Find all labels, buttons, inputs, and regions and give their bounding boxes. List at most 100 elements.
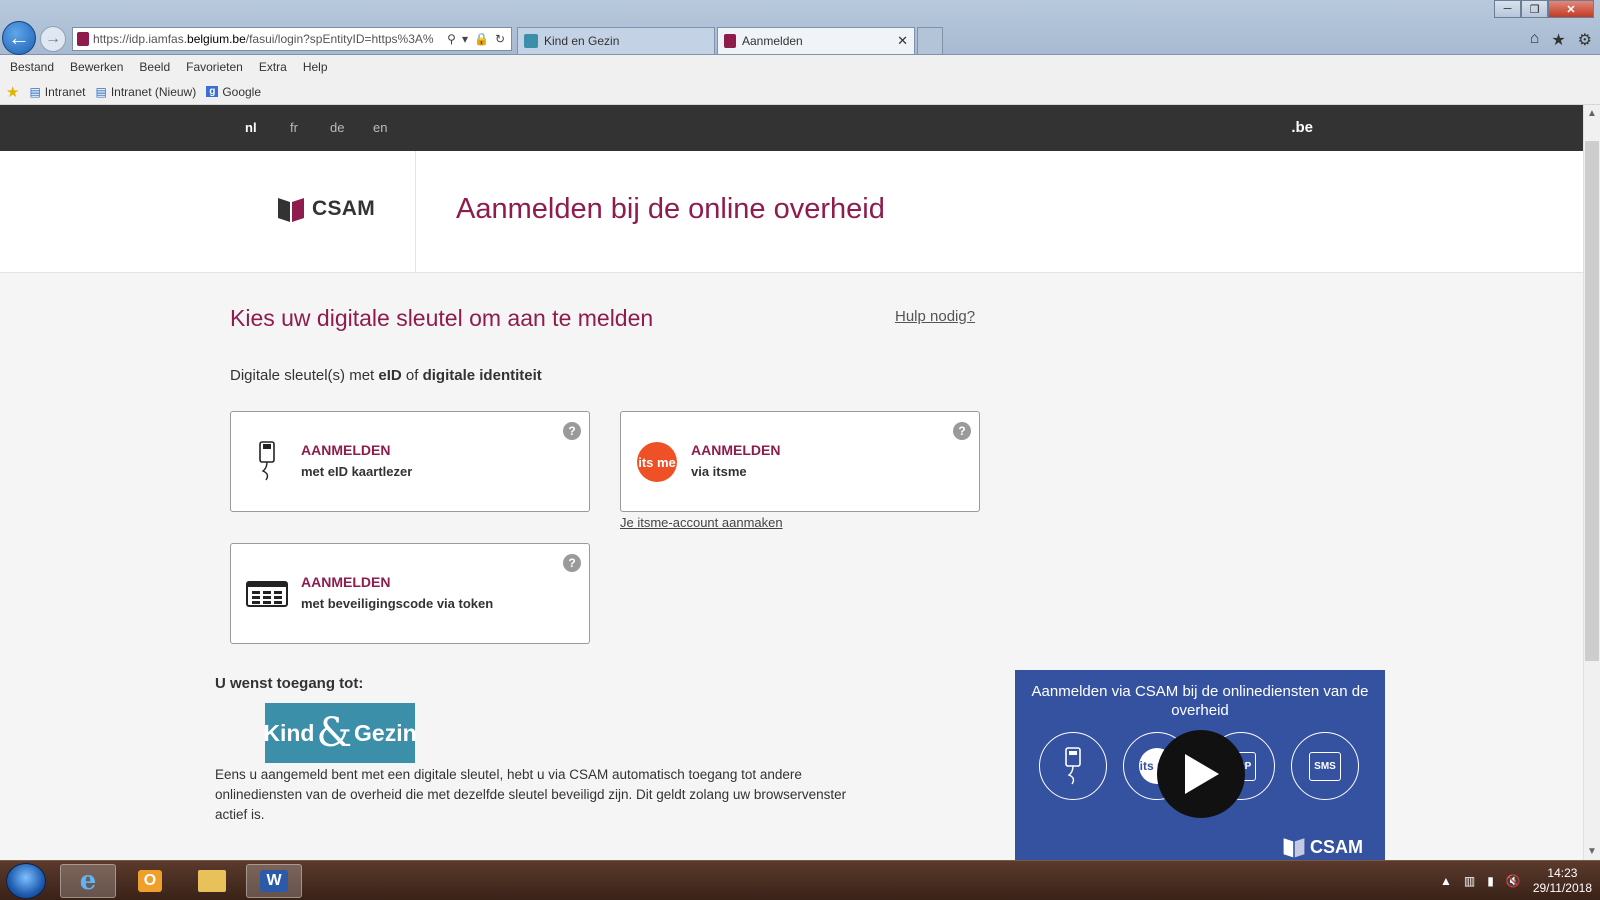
browser-titlebar: ← → https://idp.iamfas.belgium.be/fasui/… — [0, 0, 1600, 55]
taskbar-outlook[interactable]: O — [122, 864, 178, 898]
card-title: AANMELDEN — [691, 442, 781, 458]
add-favorite-star-icon[interactable]: ★ — [6, 83, 19, 101]
favorites-bar: ★ ▤ Intranet ▤ Intranet (Nieuw) g Google — [0, 79, 1600, 105]
system-tray: ▲ ▥ ▮ 🔇 14:23 29/11/2018 — [1440, 861, 1592, 900]
scroll-thumb[interactable] — [1585, 141, 1599, 661]
card-subtitle: met beveiligingscode via token — [301, 596, 494, 611]
belgium-be-logo[interactable]: .be — [1291, 119, 1313, 136]
ie-page-icon: ▤ — [29, 84, 41, 99]
lang-en[interactable]: en — [373, 120, 387, 135]
csam-book-icon — [278, 198, 304, 222]
header-divider — [415, 151, 416, 273]
outlook-icon: O — [137, 870, 163, 892]
signal-icon[interactable]: ▮ — [1487, 874, 1494, 888]
web-page: nl fr de en .be CSAM Aanmelden bij de on… — [0, 105, 1583, 860]
video-csam-logo: CSAM — [1282, 835, 1363, 859]
close-tab-icon[interactable]: ✕ — [897, 33, 908, 49]
key-type-subheading: Digitale sleutel(s) met eID of digitale … — [230, 367, 542, 384]
login-itsme-card[interactable]: its me AANMELDEN via itsme ? — [620, 411, 980, 512]
page-title: Aanmelden bij de online overheid — [456, 193, 885, 225]
token-grid-icon — [245, 570, 289, 618]
menu-bestand[interactable]: Bestand — [10, 60, 54, 74]
csam-video-player[interactable]: Aanmelden via CSAM bij de onlinediensten… — [1015, 670, 1385, 860]
video-title: Aanmelden via CSAM bij de onlinediensten… — [1031, 683, 1369, 719]
show-hidden-icons-icon[interactable]: ▲ — [1440, 874, 1452, 888]
page-header: CSAM Aanmelden bij de online overheid — [0, 151, 1583, 273]
ie-page-icon: ▤ — [95, 84, 107, 99]
arrow-left-icon: ← — [8, 25, 30, 50]
dropdown-icon[interactable]: ▾ — [462, 32, 468, 46]
word-icon: W — [260, 870, 288, 892]
google-icon: g — [206, 86, 219, 97]
tab-aanmelden[interactable]: Aanmelden ✕ — [717, 27, 915, 54]
search-icon[interactable]: ⚲ — [447, 32, 456, 46]
menu-help[interactable]: Help — [303, 60, 328, 74]
taskbar-file-explorer[interactable] — [184, 864, 240, 898]
home-icon[interactable]: ⌂ — [1530, 30, 1540, 50]
menu-beeld[interactable]: Beeld — [139, 60, 170, 74]
back-button[interactable]: ← — [2, 21, 36, 55]
play-button[interactable] — [1157, 730, 1245, 818]
start-button[interactable] — [6, 863, 46, 899]
address-url[interactable]: https://idp.iamfas.belgium.be/fasui/logi… — [93, 32, 447, 46]
sms-phone-icon: SMS — [1291, 732, 1359, 800]
tab-kind-en-gezin[interactable]: Kind en Gezin — [517, 27, 715, 54]
section-title: Kies uw digitale sleutel om aan te melde… — [230, 305, 654, 331]
card-reader-icon — [1039, 732, 1107, 800]
tab-label: Kind en Gezin — [544, 34, 620, 48]
windows-taskbar: e O W ▲ ▥ ▮ 🔇 14:23 29/11/2018 — [0, 860, 1600, 900]
arrow-right-icon: → — [45, 30, 61, 47]
help-question-icon[interactable]: ? — [953, 422, 971, 440]
kind-en-gezin-favicon-icon — [524, 34, 538, 48]
folder-icon — [198, 870, 226, 892]
menu-bewerken[interactable]: Bewerken — [70, 60, 123, 74]
internet-explorer-icon: e — [79, 866, 97, 896]
clock[interactable]: 14:23 29/11/2018 — [1533, 866, 1592, 896]
csam-logo: CSAM — [276, 195, 375, 223]
help-link[interactable]: Hulp nodig? — [895, 308, 975, 325]
card-title: AANMELDEN — [301, 442, 391, 458]
lang-nl[interactable]: nl — [245, 120, 257, 135]
forward-button[interactable]: → — [40, 26, 66, 52]
favorites-star-icon[interactable]: ★ — [1551, 30, 1565, 50]
itsme-create-account-link[interactable]: Je itsme-account aanmaken — [620, 515, 783, 530]
scroll-down-arrow-icon[interactable]: ▼ — [1584, 843, 1600, 860]
login-token-card[interactable]: AANMELDEN met beveiligingscode via token… — [230, 543, 590, 644]
address-bar[interactable]: https://idp.iamfas.belgium.be/fasui/logi… — [72, 27, 512, 51]
card-subtitle: via itsme — [691, 464, 747, 479]
page-favicon-icon — [77, 32, 89, 46]
taskbar-internet-explorer[interactable]: e — [60, 864, 116, 898]
login-eid-card[interactable]: AANMELDEN met eID kaartlezer ? — [230, 411, 590, 512]
help-question-icon[interactable]: ? — [563, 422, 581, 440]
gear-icon[interactable]: ⚙ — [1578, 30, 1592, 50]
card-subtitle: met eID kaartlezer — [301, 464, 413, 479]
new-tab-button[interactable] — [917, 27, 943, 54]
csam-book-icon — [1283, 838, 1305, 858]
minimize-button[interactable]: ─ — [1494, 0, 1521, 18]
favorite-intranet-nieuw[interactable]: ▤ Intranet (Nieuw) — [96, 85, 197, 99]
card-title: AANMELDEN — [301, 574, 391, 590]
itsme-icon: its me — [635, 438, 679, 486]
help-question-icon[interactable]: ? — [563, 554, 581, 572]
menu-favorieten[interactable]: Favorieten — [186, 60, 243, 74]
favorite-intranet[interactable]: ▤ Intranet — [29, 85, 85, 99]
tab-label: Aanmelden — [742, 34, 803, 48]
favorite-google[interactable]: g Google — [206, 85, 261, 99]
lang-de[interactable]: de — [330, 120, 344, 135]
refresh-icon[interactable]: ↻ — [495, 32, 505, 46]
lock-icon[interactable]: 🔒 — [474, 32, 489, 46]
play-icon — [1185, 754, 1219, 794]
window-controls: ─ ❐ ✕ — [1494, 0, 1594, 18]
menu-extra[interactable]: Extra — [259, 60, 287, 74]
page-scrollbar[interactable]: ▲ ▼ — [1583, 105, 1600, 860]
sso-info-text: Eens u aangemeld bent met een digitale s… — [215, 767, 847, 822]
lang-fr[interactable]: fr — [290, 120, 298, 135]
taskbar-word[interactable]: W — [246, 864, 302, 898]
kind-en-gezin-logo: Kind & Gezin — [263, 703, 417, 763]
network-icon[interactable]: ▥ — [1464, 874, 1475, 888]
scroll-up-arrow-icon[interactable]: ▲ — [1584, 105, 1600, 122]
volume-muted-icon[interactable]: 🔇 — [1506, 874, 1521, 888]
language-bar: nl fr de en .be — [0, 105, 1583, 151]
close-window-button[interactable]: ✕ — [1548, 0, 1594, 18]
restore-button[interactable]: ❐ — [1521, 0, 1548, 18]
